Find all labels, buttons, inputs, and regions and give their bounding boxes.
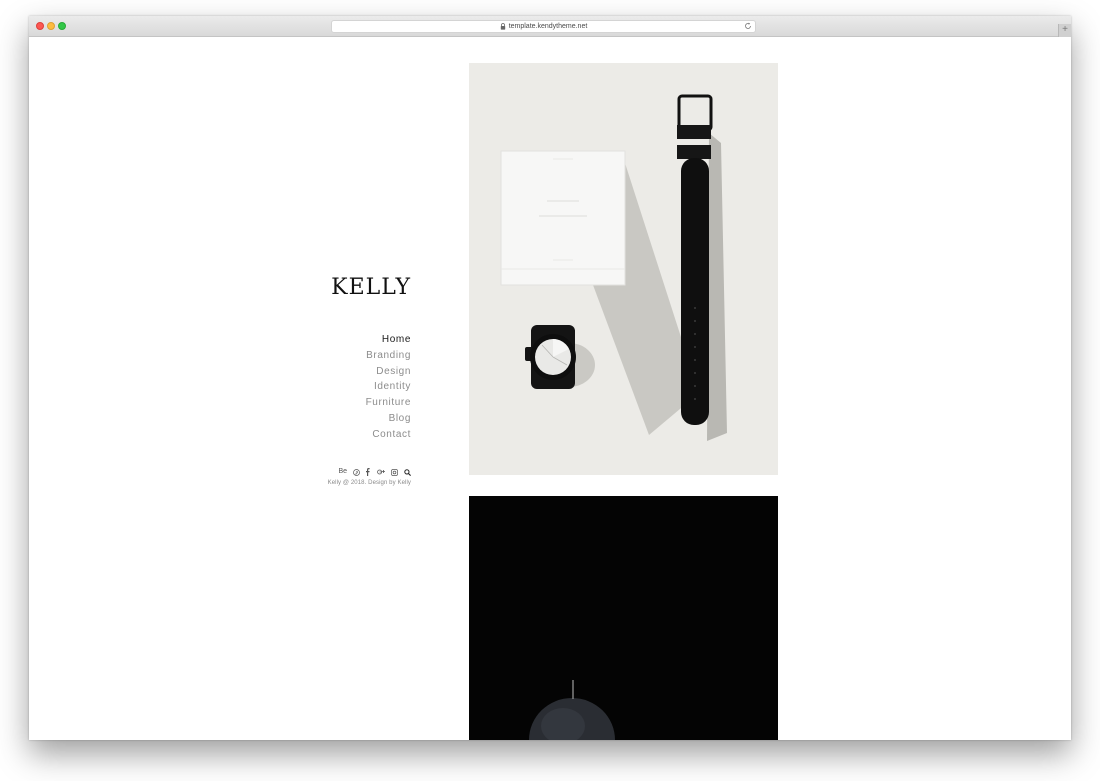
browser-window: template.kendytheme.net + KELLY Home Bra…: [29, 16, 1071, 740]
nav-item-home[interactable]: Home: [279, 332, 411, 348]
url-text: template.kendytheme.net: [508, 23, 588, 30]
main-nav: Home Branding Design Identity Furniture …: [279, 332, 411, 443]
new-tab-button[interactable]: +: [1058, 24, 1071, 37]
maximize-window-button[interactable]: [58, 22, 66, 30]
facebook-icon[interactable]: [366, 468, 371, 476]
portfolio-image-candle[interactable]: [469, 496, 778, 740]
behance-icon[interactable]: Be: [338, 468, 347, 476]
google-plus-icon[interactable]: [377, 468, 385, 476]
social-links: Be: [319, 467, 411, 477]
copyright-text: Kelly @ 2018. Design by Kelly: [327, 480, 411, 486]
nav-item-blog[interactable]: Blog: [279, 411, 411, 427]
watch-photo-graphic: [500, 94, 727, 441]
instagram-icon[interactable]: [391, 468, 398, 476]
page-content: KELLY Home Branding Design Identity Furn…: [29, 37, 1071, 740]
browser-titlebar: template.kendytheme.net +: [29, 16, 1071, 37]
search-icon[interactable]: [404, 468, 411, 476]
nav-item-design[interactable]: Design: [279, 364, 411, 380]
nav-item-branding[interactable]: Branding: [279, 348, 411, 364]
portfolio-image-watch[interactable]: [469, 63, 778, 475]
close-window-button[interactable]: [36, 22, 44, 30]
site-logo[interactable]: KELLY: [289, 275, 411, 300]
candle-photo-graphic: [529, 680, 615, 740]
minimize-window-button[interactable]: [47, 22, 55, 30]
pinterest-icon[interactable]: [353, 468, 360, 476]
reload-icon[interactable]: [744, 22, 752, 30]
nav-item-identity[interactable]: Identity: [279, 379, 411, 395]
nav-item-furniture[interactable]: Furniture: [279, 395, 411, 411]
nav-item-contact[interactable]: Contact: [279, 427, 411, 443]
address-bar[interactable]: template.kendytheme.net: [331, 20, 756, 33]
lock-icon: [500, 23, 505, 30]
